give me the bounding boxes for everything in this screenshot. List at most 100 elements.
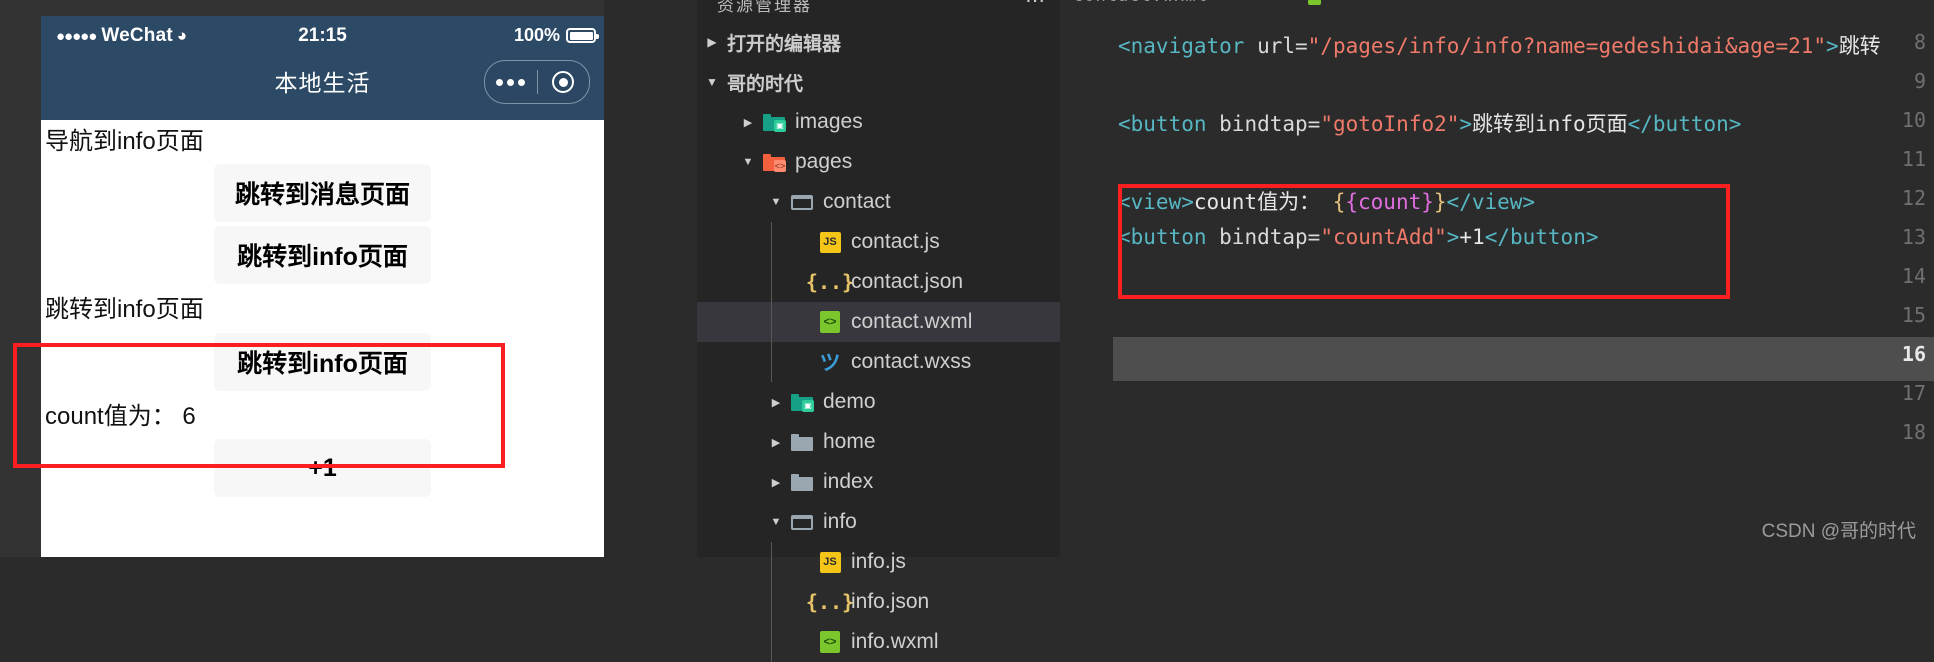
chevron-right-icon[interactable]: ▶	[765, 436, 787, 449]
goto-message-page-button[interactable]: 跳转到消息页面	[214, 164, 431, 223]
status-bar: ●●●●● WeChat ◕ 21:15 100%	[41, 16, 604, 56]
tree-folder-row[interactable]: ▼ <> pages	[697, 142, 1060, 182]
nav-to-info-text: 导航到info页面	[45, 128, 204, 155]
line-number: 16	[1901, 342, 1926, 366]
tree-item-label: contact	[823, 190, 891, 213]
line-number: 13	[1901, 225, 1926, 249]
js-file-icon: JS	[815, 231, 845, 253]
more-dots-icon[interactable]	[485, 78, 537, 86]
tree-item-label: contact.wxml	[851, 310, 973, 333]
tree-folder-row[interactable]: ▶ home	[697, 422, 1060, 462]
goto-info-page-button-1[interactable]: 跳转到info页面	[214, 226, 431, 285]
indent-guide	[771, 542, 772, 582]
tree-item-label: index	[823, 470, 874, 493]
folder-open-icon	[787, 514, 817, 531]
explorer-section-1[interactable]: ▼ 哥的时代	[697, 62, 1060, 102]
code-token-mst: {count}	[1345, 190, 1434, 214]
code-token-txt: count值为：	[1193, 190, 1333, 214]
tree-file-row[interactable]: <> contact.wxml	[697, 302, 1060, 342]
tree-item-label: contact.js	[851, 230, 940, 253]
chevron-right-icon[interactable]: ▶	[737, 116, 759, 129]
tree-file-row[interactable]: {..} info.json	[697, 582, 1060, 622]
tree-folder-row[interactable]: ▼ info	[697, 502, 1060, 542]
tree-folder-row[interactable]: ▶ ▣ demo	[697, 382, 1060, 422]
code-token-txt: 跳转	[1838, 34, 1881, 58]
chevron-right-icon[interactable]: ▶	[765, 396, 787, 409]
phone-simulator: ●●●●● WeChat ◕ 21:15 100% 本地生活 导航到info页面…	[41, 16, 604, 557]
code-line[interactable]: <navigator url="/pages/info/info?name=ge…	[1118, 30, 1881, 60]
code-token-brace: {	[1332, 190, 1346, 214]
watermark: CSDN @哥的时代	[1761, 521, 1916, 542]
tree-file-row[interactable]: JS info.js	[697, 542, 1060, 582]
code-token-attr: url=	[1257, 34, 1308, 58]
tree-folder-row[interactable]: ▼ contact	[697, 182, 1060, 222]
folder-images-icon: ▣	[787, 393, 817, 412]
indent-guide	[771, 302, 772, 342]
chevron-down-icon[interactable]: ▼	[765, 516, 787, 528]
line-number: 18	[1901, 420, 1926, 444]
line-number-gutter	[1063, 12, 1108, 557]
line-number: 10	[1901, 108, 1926, 132]
tree-item-label: demo	[823, 390, 876, 413]
code-editor-panel: contact.wxml 8 9 10 11 12 13 14 15 16 17 18 <navig…	[1063, 0, 1934, 557]
code-line[interactable]: <button bindtap="countAdd">+1</button>	[1118, 225, 1599, 249]
phone-page-content: 导航到info页面 跳转到消息页面 跳转到info页面 跳转到info页面 跳转…	[41, 120, 604, 557]
tree-item-label: info.wxml	[851, 630, 939, 653]
chevron-down-icon[interactable]: ▼	[697, 75, 727, 89]
line-number: 17	[1901, 381, 1926, 405]
code-area[interactable]: 8 9 10 11 12 13 14 15 16 17 18 <navigator url="/pa…	[1063, 12, 1934, 557]
tree-folder-row[interactable]: ▶ index	[697, 462, 1060, 502]
code-token-tag: </button>	[1484, 225, 1599, 249]
tree-file-row[interactable]: ツ contact.wxss	[697, 342, 1060, 382]
goto-info-text: 跳转到info页面	[45, 296, 204, 324]
indent-guide	[771, 222, 772, 262]
ellipsis-icon[interactable]: ⋯	[1025, 0, 1046, 13]
tree-item-label: home	[823, 430, 876, 453]
chevron-down-icon[interactable]: ▼	[765, 196, 787, 208]
simulator-panel: ●●●●● WeChat ◕ 21:15 100% 本地生活 导航到info页面…	[0, 0, 604, 557]
target-circle-icon[interactable]	[538, 71, 590, 93]
tree-item-label: contact.json	[851, 270, 964, 293]
tree-folder-row[interactable]: ▶ ▣ images	[697, 102, 1060, 142]
chevron-right-icon[interactable]: ▶	[697, 35, 727, 49]
current-line-highlight	[1113, 337, 1934, 381]
indent-guide	[771, 582, 772, 622]
folder-icon	[787, 473, 817, 491]
wechat-capsule[interactable]	[484, 60, 590, 104]
code-token-str: "countAdd"	[1320, 225, 1447, 249]
tree-file-row[interactable]: <> info.wxml	[697, 622, 1060, 662]
wxml-file-icon: <>	[815, 631, 845, 653]
code-token-tag: <button	[1118, 225, 1220, 249]
wxml-file-icon	[1308, 0, 1321, 5]
folder-icon	[787, 433, 817, 451]
code-token-brace: }	[1433, 190, 1447, 214]
code-token-tag: >	[1446, 225, 1460, 249]
code-line[interactable]: <view>count值为： {{count}}</view>	[1118, 186, 1535, 216]
explorer-tree: ▶ ▣ images ▼ <> pages ▼ contact JS contact.js {..}…	[697, 102, 1060, 662]
json-file-icon: {..}	[805, 270, 855, 294]
editor-tab-label[interactable]: contact.wxml	[1073, 0, 1208, 6]
explorer-section-label: 哥的时代	[727, 73, 804, 95]
wxml-file-icon: <>	[815, 311, 845, 333]
code-token-tag: >	[1826, 34, 1839, 58]
chevron-down-icon[interactable]: ▼	[737, 156, 759, 168]
tree-item-label: contact.wxss	[851, 350, 972, 373]
line-number: 12	[1901, 186, 1926, 210]
goto-info-page-button-2[interactable]: 跳转到info页面	[214, 332, 431, 391]
tree-file-row[interactable]: JS contact.js	[697, 222, 1060, 262]
code-token-tag: <button	[1118, 112, 1220, 136]
line-number: 11	[1901, 147, 1926, 171]
explorer-section-0[interactable]: ▶ 打开的编辑器	[697, 22, 1060, 62]
line-number: 14	[1901, 264, 1926, 288]
indent-guide	[771, 262, 772, 302]
tree-file-row[interactable]: {..} contact.json	[697, 262, 1060, 302]
code-token-txt: +1	[1459, 225, 1485, 249]
json-file-icon: {..}	[805, 590, 855, 614]
line-number: 15	[1901, 303, 1926, 327]
code-line[interactable]: <button bindtap="gotoInfo2">跳转到info页面</b…	[1118, 108, 1741, 138]
chevron-right-icon[interactable]: ▶	[765, 476, 787, 489]
plus-one-button[interactable]: +1	[214, 439, 431, 498]
explorer-header: 资源管理器 ⋯	[697, 0, 1060, 22]
tree-item-label: info	[823, 510, 857, 533]
status-bar-right: 100%	[514, 25, 599, 46]
